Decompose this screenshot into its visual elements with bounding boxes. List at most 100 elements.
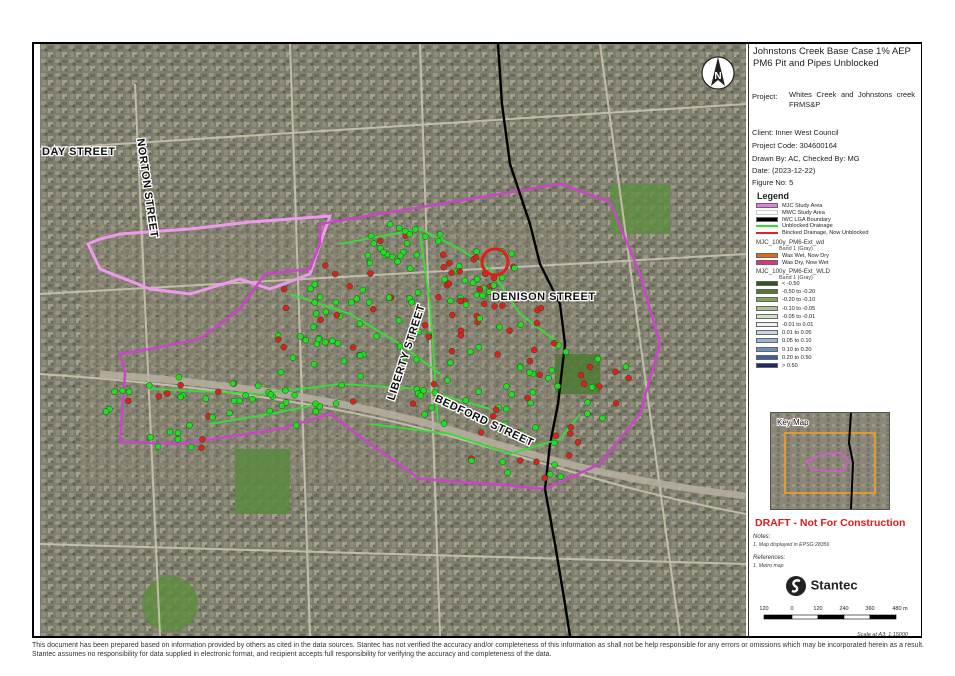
- park: [235, 449, 290, 514]
- drainage-pit: [155, 393, 163, 400]
- drainage-pit: [552, 432, 560, 439]
- drainage-pit: [413, 356, 420, 364]
- key-map-label: Key Map: [777, 418, 809, 427]
- drainage-pit: [338, 381, 345, 389]
- drainage-pit: [280, 343, 287, 351]
- scale-tick-label: 360: [865, 606, 874, 612]
- drainage-pit: [289, 354, 297, 361]
- disclaimer: This document has been prepared based on…: [32, 642, 924, 658]
- drainage-pit: [373, 332, 380, 340]
- drainage-pit: [446, 260, 453, 267]
- drainage-pit: [215, 388, 222, 396]
- park: [142, 576, 198, 632]
- drawn-by-text: Drawn By: AC, Checked By: MG: [752, 154, 860, 163]
- legend-label: 0.20 to 0.50: [782, 354, 812, 361]
- drainage-pit: [332, 298, 340, 306]
- drainage-pit: [414, 289, 422, 296]
- drainage-pit: [292, 422, 300, 429]
- drainage-pit: [580, 380, 588, 387]
- drainage-pit: [526, 357, 534, 365]
- drainage-pit: [278, 402, 286, 410]
- drainage-pit: [267, 391, 275, 398]
- drainage-pit: [475, 344, 483, 351]
- legend-item: 0.10 to 0.20: [756, 347, 812, 354]
- drainage-pit: [530, 346, 538, 354]
- drainage-pit: [498, 274, 506, 282]
- legend-band-label: Band 1 (Gray): [779, 274, 813, 281]
- drainage-pit: [277, 368, 285, 376]
- title-line-2: PM6 Pit and Pipes Unblocked: [753, 58, 879, 69]
- drainage-pit: [448, 269, 455, 277]
- legend-item: -0.20 to -0.10: [756, 297, 815, 304]
- draft-notice: DRAFT - Not For Construction: [755, 517, 906, 529]
- legend-swatch: [756, 224, 778, 227]
- drainage-pit: [562, 348, 570, 356]
- legend-label: -0.10 to -0.05: [782, 305, 816, 312]
- drainage-pit: [177, 381, 184, 389]
- title-line-1: Johnstons Creek Base Case 1% AEP: [753, 46, 911, 57]
- drainage-pit: [282, 304, 290, 312]
- drainage-pit: [386, 220, 394, 228]
- drainage-pit: [508, 391, 515, 398]
- legend-item: -0.50 to -0.20: [756, 289, 815, 296]
- drainage-pit: [356, 352, 364, 359]
- drainage-pit: [291, 391, 298, 399]
- legend-swatch: [756, 330, 778, 336]
- drainage-pit: [249, 395, 256, 403]
- drainage-pit: [359, 286, 367, 294]
- references-heading: References:: [753, 555, 786, 561]
- drainage-pit: [599, 414, 606, 422]
- project-value: Whites Creek and Johnstons creek FRMS&P: [789, 90, 915, 109]
- drainage-pit: [346, 282, 353, 290]
- drainage-pit: [506, 327, 513, 334]
- drainage-pit: [364, 251, 372, 259]
- drainage-pit: [477, 429, 485, 436]
- drainage-pit: [406, 230, 414, 238]
- scale-tick-label: 120: [813, 606, 822, 612]
- north-arrow-icon: N: [700, 52, 736, 94]
- map-canvas[interactable]: DAY STREET NORTON STREET DENISON STREET …: [40, 44, 746, 636]
- scale-text: Scale at A3: 1:15000: [857, 632, 909, 638]
- drainage-pit: [462, 397, 469, 404]
- drainage-pit: [468, 457, 475, 465]
- drainage-pit: [420, 387, 427, 394]
- legend-item: -0.01 to 0.01: [756, 322, 813, 329]
- drainage-pit: [377, 237, 384, 245]
- legend-label: Was Dry, Now Wet: [782, 259, 829, 266]
- drainage-pit: [310, 360, 318, 368]
- legend-label: -0.20 to -0.10: [782, 297, 816, 304]
- drainage-pit: [462, 301, 470, 309]
- legend-swatch: [756, 281, 778, 287]
- drainage-pit: [422, 233, 429, 240]
- legend-swatch: [756, 322, 778, 328]
- drainage-pit: [457, 297, 464, 305]
- drainage-pit: [187, 443, 195, 451]
- drainage-pit: [409, 400, 417, 407]
- drainage-pit: [297, 333, 304, 340]
- legend-swatch: [756, 354, 778, 360]
- drainage-pit: [537, 304, 545, 312]
- drainage-pit: [526, 369, 533, 376]
- legend-label: MWC Study Area: [782, 209, 825, 216]
- drainage-pit: [124, 397, 132, 405]
- legend-band-label: Band 1 (Gray): [779, 246, 813, 252]
- drainage-pit: [428, 404, 435, 412]
- legend-label: Was Wet, Now Dry: [782, 252, 829, 259]
- drainage-pit: [413, 251, 420, 259]
- drainage-pit: [435, 293, 442, 301]
- drainage-pit: [394, 258, 401, 265]
- drainage-pit: [567, 430, 574, 438]
- drainage-pit: [421, 411, 428, 418]
- drainage-pit: [199, 436, 206, 443]
- drainage-pit: [503, 383, 510, 390]
- drainage-pit: [408, 298, 415, 306]
- legend-label: Blocked Drainage, Now Unblocked: [782, 230, 869, 237]
- legend-label: 0.05 to 0.10: [782, 338, 812, 345]
- drainage-pit: [209, 414, 216, 421]
- project-code-text: Project Code: 304600164: [752, 141, 838, 150]
- legend-item: < -0.50: [756, 281, 800, 288]
- legend-swatch: [756, 313, 778, 319]
- drainage-pit: [502, 405, 510, 413]
- drainage-pit: [147, 434, 154, 441]
- drainage-pit: [356, 320, 364, 328]
